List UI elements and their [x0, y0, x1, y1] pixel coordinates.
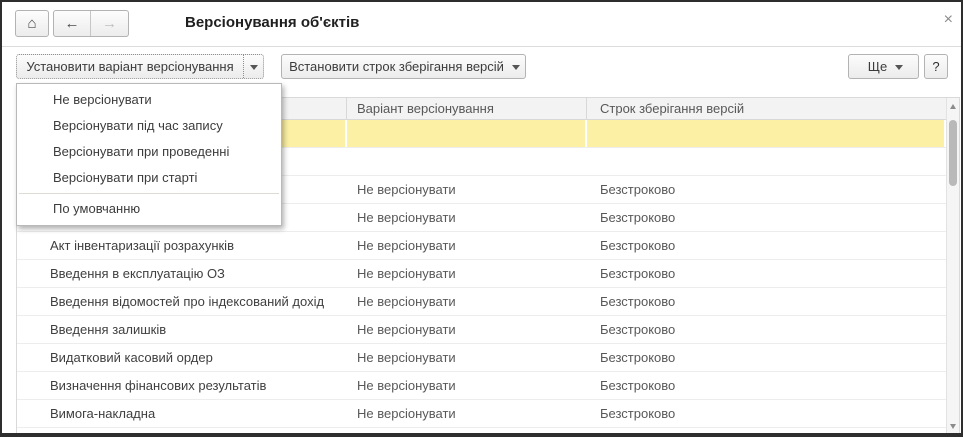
object-name-cell: Видатковий касовий ордер	[17, 344, 347, 371]
close-icon[interactable]: ×	[944, 12, 953, 28]
scrollbar-thumb[interactable]	[949, 120, 957, 186]
set-versioning-variant-dropdown[interactable]	[243, 55, 263, 78]
object-name-cell: Вимога-накладна	[17, 400, 347, 427]
set-retention-term-label: Встановити строк зберігання версій	[281, 59, 512, 74]
home-icon: ⌂	[27, 15, 36, 32]
chevron-down-icon	[250, 65, 258, 74]
menu-separator	[19, 193, 279, 194]
versioning-variant-cell	[347, 120, 587, 147]
retention-term-cell: Безстроково	[587, 288, 946, 315]
scroll-up-button[interactable]	[947, 99, 959, 114]
page-title: Версіонування об'єктів	[185, 14, 359, 31]
retention-term-cell: Безстроково	[587, 232, 946, 259]
chevron-down-icon	[895, 65, 903, 74]
chevron-down-icon	[512, 65, 520, 74]
column-header-versioning-variant[interactable]: Варіант версіонування	[347, 98, 587, 119]
versioning-window: ⌂ ← → Версіонування об'єктів × Установит…	[0, 0, 963, 437]
table-row[interactable]: Введення в експлуатацію ОЗНе версіонуват…	[17, 260, 946, 288]
object-name-cell: Введення залишків	[17, 316, 347, 343]
retention-term-cell	[587, 120, 946, 147]
retention-term-cell: Безстроково	[587, 344, 946, 371]
menu-item[interactable]: Не версіонувати	[17, 87, 281, 113]
versioning-variant-cell: Не версіонувати	[347, 372, 587, 399]
table-row[interactable]: Визначення фінансових результатівНе верс…	[17, 372, 946, 400]
retention-term-cell: Безстроково	[587, 372, 946, 399]
versioning-variant-cell: Не версіонувати	[347, 400, 587, 427]
versioning-variant-cell	[347, 148, 587, 175]
back-button[interactable]: ←	[54, 11, 91, 36]
more-button[interactable]: Ще	[848, 54, 919, 79]
title-bar: ⌂ ← → Версіонування об'єктів ×	[2, 2, 961, 47]
triangle-down-icon	[950, 424, 956, 432]
table-row[interactable]: Акт інвентаризації розрахунківНе версіон…	[17, 232, 946, 260]
versioning-variant-cell: Не версіонувати	[347, 316, 587, 343]
object-name-cell: Визначення фінансових результатів	[17, 372, 347, 399]
versioning-variant-cell: Не версіонувати	[347, 232, 587, 259]
object-name-cell: Акт інвентаризації розрахунків	[17, 232, 347, 259]
retention-term-cell: Безстроково	[587, 400, 946, 427]
object-name-cell: Виробіток НМА	[17, 428, 347, 435]
vertical-scrollbar[interactable]	[946, 98, 959, 435]
table-row[interactable]: Видатковий касовий ордерНе версіонуватиБ…	[17, 344, 946, 372]
versioning-variant-cell: Не версіонувати	[347, 288, 587, 315]
versioning-variant-cell: Не версіонувати	[347, 344, 587, 371]
help-label: ?	[932, 59, 939, 74]
menu-item[interactable]: По умовчанню	[17, 196, 281, 222]
table-row[interactable]: Введення залишківНе версіонуватиБезстрок…	[17, 316, 946, 344]
menu-item[interactable]: Версіонувати під час запису	[17, 113, 281, 139]
help-button[interactable]: ?	[924, 54, 948, 79]
versioning-variant-cell: Не версіонувати	[347, 204, 587, 231]
table-row[interactable]: Введення відомостей про індексований дох…	[17, 288, 946, 316]
retention-term-cell: Безстроково	[587, 428, 946, 435]
versioning-variant-cell: Не версіонувати	[347, 260, 587, 287]
set-versioning-variant-label: Установити варіант версіонування	[17, 59, 243, 74]
scroll-down-button[interactable]	[947, 419, 959, 434]
triangle-up-icon	[950, 101, 956, 109]
retention-term-cell: Безстроково	[587, 204, 946, 231]
set-retention-term-button[interactable]: Встановити строк зберігання версій	[281, 54, 526, 79]
table-row[interactable]: Вимога-накладнаНе версіонуватиБезстроков…	[17, 400, 946, 428]
forward-arrow-icon: →	[102, 15, 117, 32]
column-header-retention-term[interactable]: Строк зберігання версій	[587, 98, 959, 119]
versioning-variant-cell: Не версіонувати	[347, 428, 587, 435]
retention-term-cell: Безстроково	[587, 260, 946, 287]
versioning-variant-menu: Не версіонуватиВерсіонувати під час запи…	[16, 83, 282, 226]
menu-item[interactable]: Версіонувати при проведенні	[17, 139, 281, 165]
more-label: Ще	[860, 59, 895, 74]
set-versioning-variant-button[interactable]: Установити варіант версіонування	[16, 54, 264, 79]
versioning-variant-cell: Не версіонувати	[347, 176, 587, 203]
table-row[interactable]: Виробіток НМАНе версіонуватиБезстроково	[17, 428, 946, 435]
object-name-cell: Введення в експлуатацію ОЗ	[17, 260, 347, 287]
menu-item[interactable]: Версіонувати при старті	[17, 165, 281, 191]
history-nav-group: ← →	[53, 10, 129, 37]
retention-term-cell: Безстроково	[587, 176, 946, 203]
back-arrow-icon: ←	[65, 15, 80, 32]
retention-term-cell	[587, 148, 946, 175]
forward-button[interactable]: →	[91, 11, 128, 36]
object-name-cell: Введення відомостей про індексований дох…	[17, 288, 347, 315]
retention-term-cell: Безстроково	[587, 316, 946, 343]
home-button[interactable]: ⌂	[15, 10, 49, 37]
